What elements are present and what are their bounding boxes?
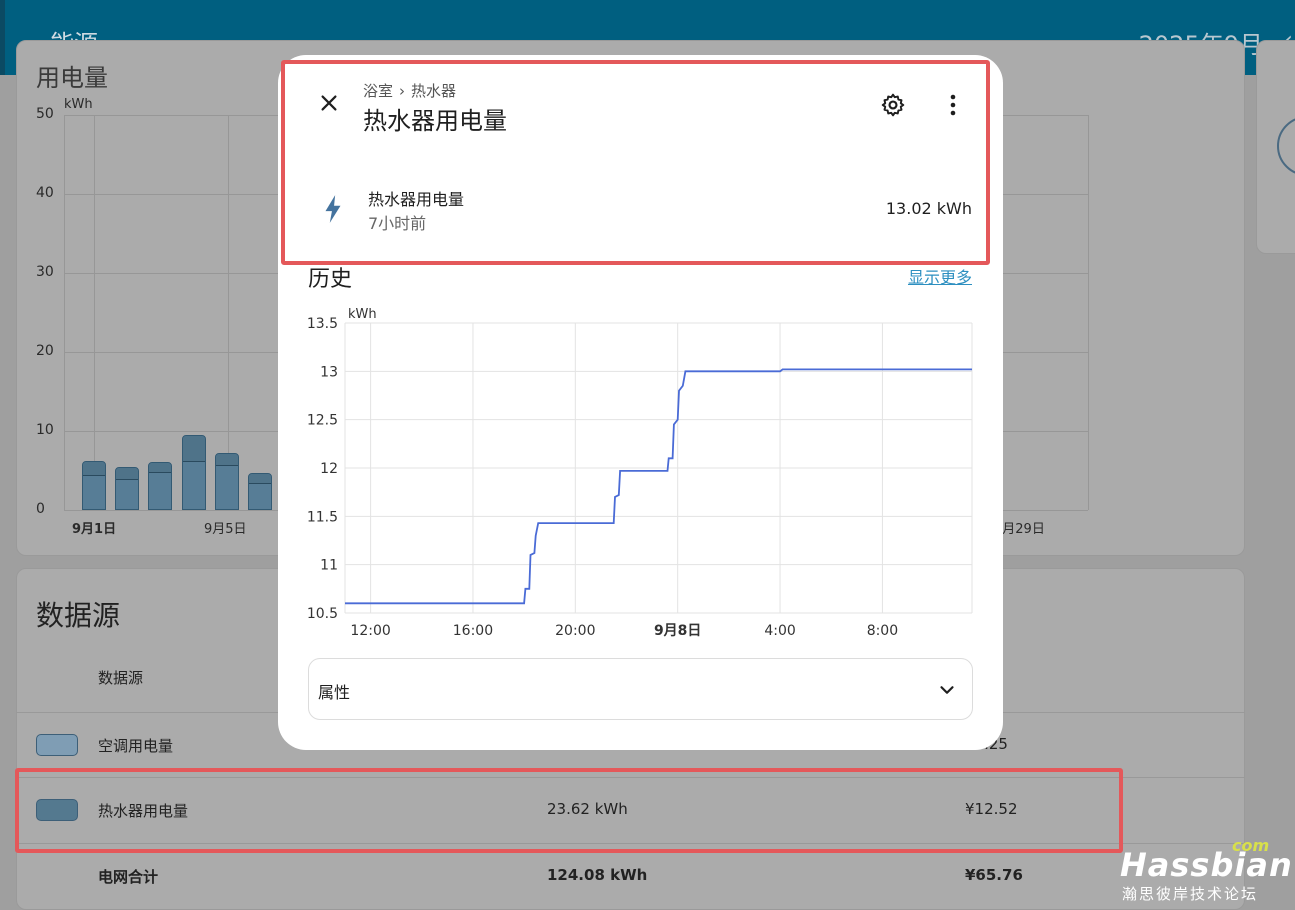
usage-x-label: 9月1日: [72, 522, 117, 537]
watermark-subtitle: 瀚思彼岸技术论坛: [1122, 885, 1259, 903]
usage-y-tick: 40: [36, 185, 54, 201]
usage-y-tick: 0: [36, 501, 45, 517]
watermark-name: Hassbian: [1120, 846, 1293, 884]
header-edge: [0, 0, 5, 75]
usage-bar-split: [249, 482, 271, 484]
usage-gridline: [94, 115, 95, 510]
series-line: [345, 368, 972, 605]
usage-y-tick: 30: [36, 264, 54, 280]
usage-x-label: 9月5日: [204, 522, 247, 537]
history-chart[interactable]: 13.5 13 12.5 12 11.5 11 10.5 12:00 16:00 20:00 9月8…: [298, 300, 988, 645]
total-kwh: 124.08 kWh: [547, 866, 648, 884]
highlight-box-dialog: [281, 60, 990, 265]
x-tick-label: 4:00: [764, 623, 795, 639]
usage-bar[interactable]: [82, 461, 106, 510]
y-tick-label: 12.5: [307, 413, 338, 429]
usage-bar-segment: [149, 462, 172, 473]
source-name: 空调用电量: [98, 737, 174, 755]
usage-bar-segment: [215, 454, 238, 466]
usage-bar-split: [215, 465, 238, 467]
usage-bar[interactable]: [115, 467, 140, 510]
x-tick-label: 16:00: [453, 623, 493, 639]
usage-card-title: 用电量: [36, 64, 108, 92]
usage-unit-label: kWh: [64, 97, 93, 112]
usage-y-tick: 50: [36, 106, 54, 122]
usage-bar[interactable]: [248, 472, 272, 510]
usage-bar-segment: [182, 435, 205, 462]
usage-bar-split: [149, 472, 172, 474]
side-card: [1256, 40, 1295, 254]
gauge-circle: [1277, 116, 1295, 176]
usage-gridline: [64, 115, 65, 510]
y-axis-unit: kWh: [348, 307, 377, 322]
sources-title: 数据源: [36, 599, 121, 632]
usage-bar-split: [83, 475, 105, 477]
attributes-expander[interactable]: [308, 658, 973, 720]
y-tick-label: 11: [320, 558, 338, 574]
usage-y-tick: 10: [36, 422, 54, 438]
history-title: 历史: [308, 267, 353, 292]
source-color-swatch: [36, 734, 78, 756]
usage-y-tick: 20: [36, 343, 54, 359]
sources-column-header: 数据源: [98, 669, 144, 687]
total-cost: ¥65.76: [965, 866, 1023, 884]
y-tick-label: 11.5: [307, 509, 338, 525]
attributes-label: 属性: [318, 683, 351, 702]
x-tick-label: 20:00: [555, 623, 595, 639]
y-tick-label: 12: [320, 461, 338, 477]
x-tick-label: 9月8日: [654, 623, 701, 639]
usage-bar[interactable]: [181, 434, 206, 510]
chevron-down-icon[interactable]: [936, 679, 958, 701]
y-tick-label: 13: [320, 364, 338, 380]
y-tick-label: 13.5: [307, 316, 338, 332]
highlight-box-row: [15, 768, 1123, 853]
y-tick-label: 10.5: [307, 606, 338, 622]
total-name: 电网合计: [98, 868, 159, 886]
x-tick-label: 12:00: [350, 623, 390, 639]
x-tick-label: 8:00: [867, 623, 898, 639]
usage-bar[interactable]: [148, 461, 173, 510]
usage-bar-segment: [83, 462, 105, 476]
usage-bar-segment: [249, 473, 271, 483]
usage-bar-segment: [116, 468, 139, 479]
usage-bar-split: [116, 478, 139, 480]
usage-bar-split: [182, 461, 205, 463]
usage-bar[interactable]: [214, 453, 239, 510]
usage-gridline: [228, 115, 229, 510]
show-more-link[interactable]: 显示更多: [908, 264, 972, 288]
usage-gridline: [1088, 115, 1089, 510]
